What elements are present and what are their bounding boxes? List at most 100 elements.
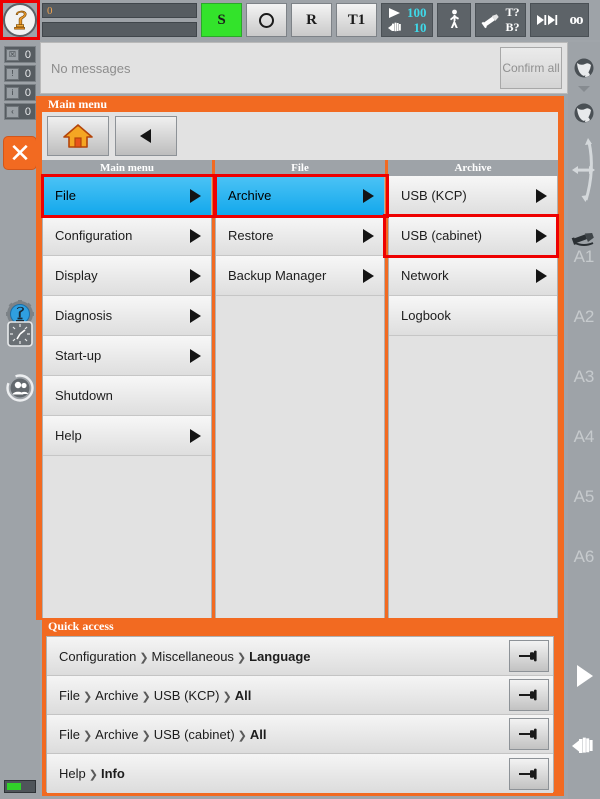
stop-button[interactable]: ✕ bbox=[3, 136, 37, 170]
program-fields: 0 bbox=[42, 3, 197, 37]
robot-interpreter-button[interactable]: R bbox=[291, 3, 332, 37]
breadcrumb-segment: Archive bbox=[95, 726, 139, 742]
drives-ready-button[interactable] bbox=[246, 3, 287, 37]
breadcrumb-segment: Miscellaneous bbox=[151, 648, 234, 664]
play-icon[interactable] bbox=[568, 660, 600, 692]
tool-icon bbox=[480, 14, 499, 29]
axis-label-a1[interactable]: A1 bbox=[568, 246, 600, 268]
counter-alarm[interactable]: ☒ 0 bbox=[4, 46, 36, 63]
menu-item-display[interactable]: Display bbox=[43, 256, 211, 296]
pin-icon bbox=[519, 768, 537, 779]
quick-access-panel: Quick access Configuration ❯ Miscellaneous… bbox=[42, 618, 558, 796]
axis-label-a2[interactable]: A2 bbox=[568, 306, 600, 328]
pin-icon bbox=[519, 728, 537, 740]
menu-item-logbook[interactable]: Logbook bbox=[389, 296, 557, 336]
main-menu-panel: Main menu Main menu File Configuration D… bbox=[41, 96, 559, 620]
counter-warning[interactable]: ! 0 bbox=[4, 65, 36, 82]
drives-state-button[interactable]: S bbox=[201, 3, 242, 37]
axis-label-a3[interactable]: A3 bbox=[568, 366, 600, 388]
coordinate-system-icon[interactable] bbox=[568, 130, 600, 212]
home-button[interactable] bbox=[47, 116, 109, 156]
menu-item-archive[interactable]: Archive bbox=[216, 176, 384, 216]
program-override-value: 100 bbox=[407, 5, 427, 20]
menu-item-network[interactable]: Network bbox=[389, 256, 557, 296]
quick-access-path: File ❯ Archive ❯ USB (cabinet) ❯ All bbox=[47, 727, 509, 742]
pin-button[interactable] bbox=[509, 718, 549, 750]
menu-item-diagnosis[interactable]: Diagnosis bbox=[43, 296, 211, 336]
home-icon bbox=[63, 124, 93, 148]
counter-waiting[interactable]: ‹ 0 bbox=[4, 103, 36, 120]
column-header-main: Main menu bbox=[42, 160, 212, 176]
confirm-all-button[interactable]: Confirm all bbox=[500, 47, 562, 89]
clock-icon[interactable] bbox=[4, 318, 36, 350]
breadcrumb-separator-icon: ❯ bbox=[222, 690, 232, 703]
breadcrumb-segment: All bbox=[249, 726, 267, 742]
program-name-field[interactable]: 0 bbox=[42, 3, 197, 18]
breadcrumb-segment: File bbox=[59, 726, 80, 742]
breadcrumb-separator-icon: ❯ bbox=[82, 729, 93, 742]
left-sidebar: ☒ 0 ! 0 i 0 ‹ 0 ✕ bbox=[0, 0, 40, 799]
quick-access-list: Configuration ❯ Miscellaneous ❯ Language Fil… bbox=[46, 636, 554, 793]
play-icon bbox=[389, 8, 400, 18]
menu-item-help[interactable]: Help bbox=[43, 416, 211, 456]
chevron-down-icon[interactable] bbox=[578, 86, 590, 92]
pin-button[interactable] bbox=[509, 757, 549, 790]
axis-label-a5[interactable]: A5 bbox=[568, 486, 600, 508]
tool-base-button[interactable]: T? B? bbox=[474, 3, 526, 37]
menu-item-shutdown[interactable]: Shutdown bbox=[43, 376, 211, 416]
menu-item-configuration[interactable]: Configuration bbox=[43, 216, 211, 256]
menu-column-file: File Archive Restore Backup Manager bbox=[215, 160, 385, 620]
chevron-right-icon bbox=[190, 268, 201, 283]
breadcrumb-separator-icon: ❯ bbox=[141, 729, 151, 742]
quick-access-row[interactable]: Configuration ❯ Miscellaneous ❯ Language bbox=[47, 637, 553, 676]
increment-value: oo bbox=[569, 11, 584, 28]
quick-access-path: File ❯ Archive ❯ USB (KCP) ❯ All bbox=[47, 688, 509, 703]
chevron-right-icon bbox=[190, 188, 201, 203]
back-button[interactable] bbox=[115, 116, 177, 156]
submit-interpreter-field[interactable] bbox=[42, 22, 197, 37]
menu-item-file[interactable]: File bbox=[43, 176, 211, 216]
main-menu-nav bbox=[42, 112, 558, 160]
quick-access-path: Configuration ❯ Miscellaneous ❯ Language bbox=[47, 649, 509, 664]
menu-item-startup[interactable]: Start-up bbox=[43, 336, 211, 376]
quick-access-row[interactable]: Help ❯ Info bbox=[47, 754, 553, 793]
globe-icon[interactable] bbox=[568, 98, 600, 128]
column-body-file: Archive Restore Backup Manager bbox=[215, 176, 385, 620]
operating-mode-button[interactable]: T1 bbox=[336, 3, 377, 37]
breadcrumb-segment: Archive bbox=[95, 687, 139, 703]
menu-columns: Main menu File Configuration Display Dia… bbox=[42, 160, 558, 620]
panel-accent-right bbox=[558, 96, 564, 796]
counter-info[interactable]: i 0 bbox=[4, 84, 36, 101]
quick-access-title: Quick access bbox=[48, 618, 114, 633]
walking-man-icon bbox=[449, 9, 459, 28]
menu-item-usb-cabinet[interactable]: USB (cabinet) bbox=[389, 216, 557, 256]
robot-status-badge[interactable] bbox=[3, 3, 37, 37]
pin-button[interactable] bbox=[509, 679, 549, 711]
globe-icon bbox=[574, 58, 594, 78]
message-text: No messages bbox=[51, 60, 131, 76]
breadcrumb-separator-icon: ❯ bbox=[82, 690, 93, 703]
menu-item-backup-manager[interactable]: Backup Manager bbox=[216, 256, 384, 296]
override-button[interactable]: 100 10 bbox=[381, 3, 433, 37]
chevron-right-icon bbox=[536, 268, 547, 283]
increment-button[interactable]: oo bbox=[529, 3, 589, 37]
breadcrumb-segment: Info bbox=[100, 766, 125, 781]
chevron-right-icon bbox=[363, 188, 374, 203]
menu-item-restore[interactable]: Restore bbox=[216, 216, 384, 256]
hand-jog-icon[interactable] bbox=[568, 730, 600, 762]
circle-icon bbox=[259, 12, 274, 28]
breadcrumb-segment: USB (cabinet) bbox=[153, 726, 235, 742]
pin-button[interactable] bbox=[509, 640, 549, 672]
jog-mode-button[interactable] bbox=[436, 3, 471, 37]
quick-access-row[interactable]: File ❯ Archive ❯ USB (KCP) ❯ All bbox=[47, 676, 553, 715]
back-arrow-icon bbox=[140, 129, 151, 143]
message-bar[interactable]: No messages Confirm all bbox=[40, 42, 568, 94]
column-header-archive: Archive bbox=[388, 160, 558, 176]
user-group-icon[interactable] bbox=[4, 372, 36, 404]
tool-label: T? bbox=[505, 5, 520, 19]
quick-access-row[interactable]: File ❯ Archive ❯ USB (cabinet) ❯ All bbox=[47, 715, 553, 754]
axis-label-a6[interactable]: A6 bbox=[568, 546, 600, 568]
breadcrumb-segment: File bbox=[59, 687, 80, 703]
axis-label-a4[interactable]: A4 bbox=[568, 426, 600, 448]
menu-item-usb-kcp[interactable]: USB (KCP) bbox=[389, 176, 557, 216]
